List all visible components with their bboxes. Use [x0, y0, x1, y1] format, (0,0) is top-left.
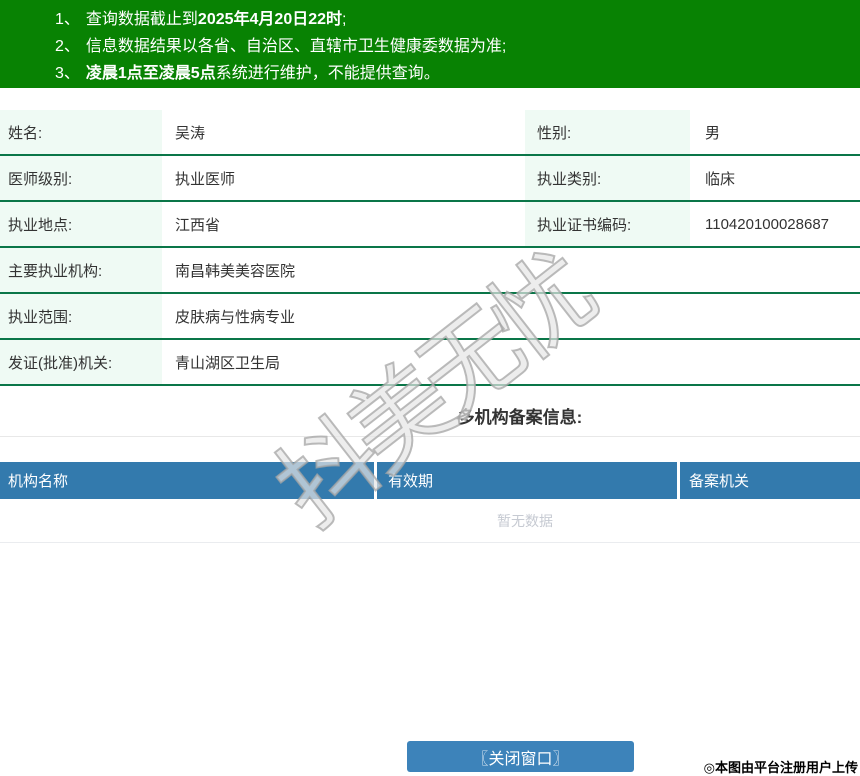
- notice-line-2: 2、 信息数据结果以各省、自治区、直辖市卫生健康委数据为准;: [55, 33, 850, 60]
- table-row: 主要执业机构: 南昌韩美美容医院: [0, 248, 860, 294]
- field-value-issuing-authority: 青山湖区卫生局: [175, 354, 281, 372]
- filing-table-header: 机构名称 有效期 备案机关: [0, 462, 860, 499]
- table-row: 姓名: 吴涛 性别: 男: [0, 110, 860, 156]
- field-label-issuing-authority: 发证(批准)机关:: [0, 340, 162, 384]
- note-number: 1、: [55, 11, 80, 28]
- field-label-practice-scope: 执业范围:: [0, 294, 162, 338]
- table-row: 执业地点: 江西省 执业证书编码: 110420100028687: [0, 202, 860, 248]
- note-text: 信息数据结果以各省、自治区、直辖市卫生健康委数据为准;: [85, 38, 507, 55]
- practitioner-info-table: 姓名: 吴涛 性别: 男 医师级别: 执业医师 执业类别: 临床 执业地点: 江…: [0, 110, 860, 386]
- table-row: 执业范围: 皮肤病与性病专业: [0, 294, 860, 340]
- column-header-filing-authority: 备案机关: [680, 462, 860, 499]
- field-label-practice-location: 执业地点:: [0, 202, 162, 246]
- note-text: ;: [342, 11, 347, 28]
- column-header-validity-period: 有效期: [377, 462, 677, 499]
- section-title-text: 多机构备案信息:: [457, 408, 583, 427]
- notice-line-3: 3、 凌晨1点至凌晨5点系统进行维护，不能提供查询。: [55, 60, 850, 87]
- field-label-practice-category: 执业类别:: [525, 156, 690, 200]
- note-number: 2、: [55, 38, 80, 55]
- field-value-certificate-number: 110420100028687: [705, 215, 830, 233]
- field-value-practice-location: 江西省: [175, 216, 221, 234]
- note-bold-text: 凌晨1点至凌晨5点: [85, 65, 216, 82]
- field-value-practice-scope: 皮肤病与性病专业: [175, 308, 296, 326]
- field-value-doctor-level: 执业医师: [175, 170, 236, 188]
- table-row: 发证(批准)机关: 青山湖区卫生局: [0, 340, 860, 386]
- field-label-name: 姓名:: [0, 110, 162, 154]
- field-label-doctor-level: 医师级别:: [0, 156, 162, 200]
- table-row: 医师级别: 执业医师 执业类别: 临床: [0, 156, 860, 202]
- filing-table-empty-row: 暂无数据: [0, 499, 860, 543]
- field-value-gender: 男: [705, 124, 721, 142]
- field-value-practice-category: 临床: [705, 170, 736, 188]
- multi-institution-section-title: 多机构备案信息:: [0, 386, 860, 437]
- no-data-text: 暂无数据: [497, 512, 553, 529]
- field-label-certificate-number: 执业证书编码:: [525, 202, 690, 246]
- column-header-institution-name: 机构名称: [0, 462, 374, 499]
- close-window-button[interactable]: 〖关闭窗口〗: [407, 741, 634, 772]
- note-number: 3、: [55, 65, 80, 82]
- note-text: 系统进行维护，不能提供查询。: [215, 65, 440, 82]
- field-value-name: 吴涛: [175, 124, 206, 142]
- upload-credit-stamp: ◎本图由平台注册用户上传: [703, 760, 858, 775]
- field-label-gender: 性别:: [525, 110, 690, 154]
- notice-banner: 1、 查询数据截止到2025年4月20日22时; 2、 信息数据结果以各省、自治区、…: [0, 0, 860, 88]
- field-value-main-institution: 南昌韩美美容医院: [175, 262, 296, 280]
- field-label-main-institution: 主要执业机构:: [0, 248, 162, 292]
- note-bold-text: 2025年4月20日22时: [197, 11, 343, 28]
- notice-line-1: 1、 查询数据截止到2025年4月20日22时;: [55, 6, 850, 33]
- note-text: 查询数据截止到: [85, 11, 198, 28]
